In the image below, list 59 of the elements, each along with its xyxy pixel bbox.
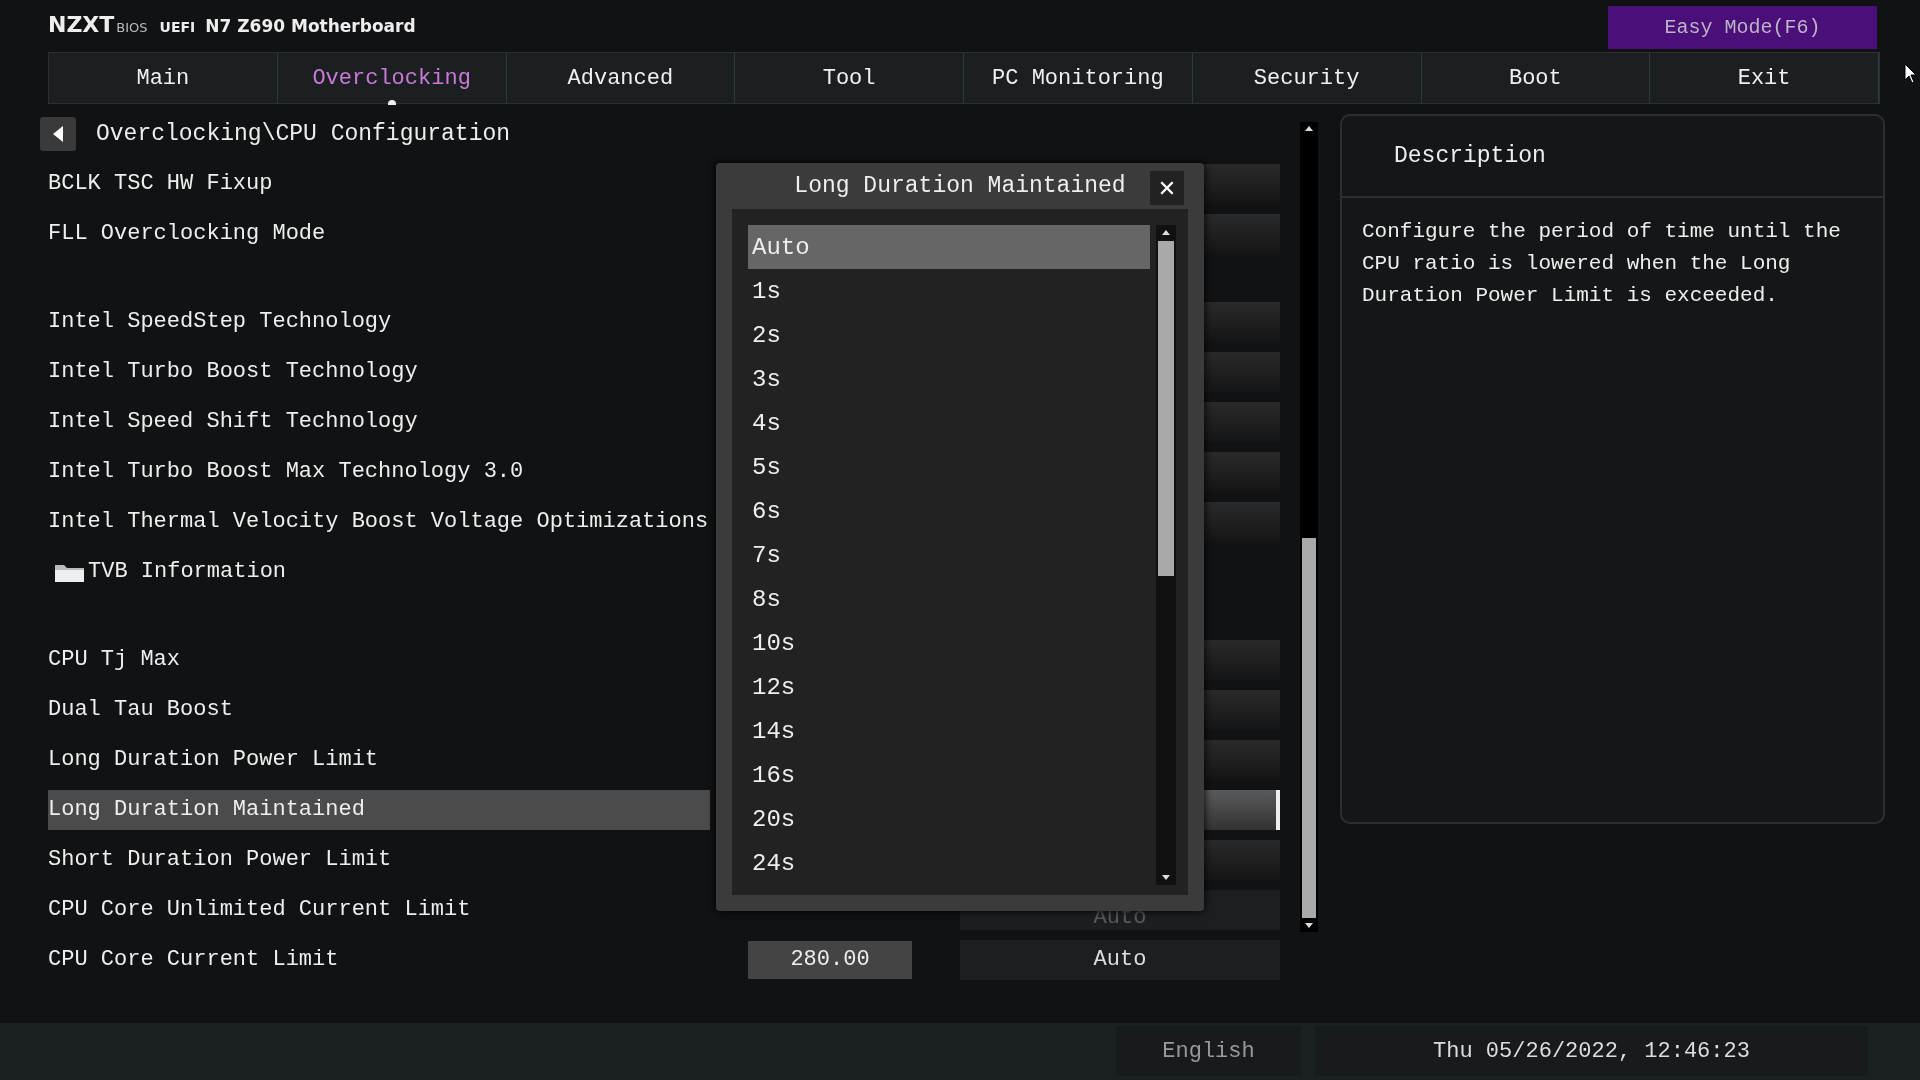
setting-label[interactable]: Intel Turbo Boost Technology	[48, 351, 710, 392]
menu-tab[interactable]: PC Monitoring	[964, 53, 1193, 103]
scrollbar[interactable]	[1300, 121, 1318, 932]
setting-label[interactable]: CPU Core Current Limit	[48, 939, 710, 980]
menu-tab[interactable]: Boot	[1421, 53, 1651, 103]
option-item[interactable]: 10s	[748, 621, 1150, 665]
bios-label: BIOS	[116, 20, 148, 35]
setting-label[interactable]: Intel SpeedStep Technology	[48, 301, 710, 342]
option-item[interactable]: Auto	[748, 225, 1150, 269]
menu-tab[interactable]: Main	[49, 53, 278, 103]
option-item[interactable]: 1s	[748, 269, 1150, 313]
setting-label[interactable]: Long Duration Power Limit	[48, 739, 710, 780]
setting-label[interactable]: Intel Speed Shift Technology	[48, 401, 710, 442]
setting-label[interactable]: Intel Thermal Velocity Boost Voltage Optimizations	[48, 501, 710, 542]
back-button[interactable]	[40, 116, 76, 151]
value-dropdown[interactable]: Auto	[960, 939, 1280, 980]
menu-tab[interactable]: Overclocking	[277, 53, 507, 103]
option-item[interactable]: 5s	[748, 445, 1150, 489]
setting-label[interactable]: FLL Overclocking Mode	[48, 213, 710, 254]
dialog-title: Long Duration Maintained	[794, 173, 1126, 199]
menu-tab[interactable]: Security	[1192, 53, 1422, 103]
breadcrumb: Overclocking\CPU Configuration	[96, 120, 511, 147]
description-title: Description	[1394, 142, 1546, 169]
option-item[interactable]: 4s	[748, 401, 1150, 445]
setting-label[interactable]: Long Duration Maintained	[48, 789, 710, 830]
option-item[interactable]: 3s	[748, 357, 1150, 401]
scrollbar-thumb[interactable]	[1302, 537, 1316, 918]
menu-tab[interactable]: Tool	[735, 53, 964, 103]
list-scrollbar[interactable]	[1156, 225, 1176, 885]
option-item[interactable]: 7s	[748, 533, 1150, 577]
setting-label[interactable]: BCLK TSC HW Fixup	[48, 163, 710, 204]
back-arrow-icon	[51, 124, 65, 143]
brand-logo: NZXT	[48, 12, 115, 37]
board-name: N7 Z690 Motherboard	[205, 16, 416, 36]
setting-label[interactable]: CPU Tj Max	[48, 639, 710, 680]
setting-label[interactable]: Short Duration Power Limit	[48, 839, 710, 880]
language-selector[interactable]: English	[1116, 1026, 1301, 1077]
description-text: Configure the period of time until the CPU ratio is lowered when the Long Duration Power Limit is exceeded.	[1362, 218, 1842, 309]
option-item[interactable]: 24s	[748, 841, 1150, 885]
option-item[interactable]: 8s	[748, 577, 1150, 621]
menu-tab[interactable]: Exit	[1650, 53, 1879, 103]
option-item[interactable]: 20s	[748, 797, 1150, 841]
mouse-cursor-icon	[1904, 63, 1918, 85]
date-time: Thu 05/26/2022, 12:46:23	[1315, 1026, 1868, 1077]
submenu-item[interactable]: TVB Information	[48, 551, 710, 592]
folder-label: TVB Information	[88, 559, 287, 585]
option-item[interactable]: 16s	[748, 753, 1150, 797]
option-item[interactable]: 2s	[748, 313, 1150, 357]
scrollbar-thumb[interactable]	[1158, 241, 1174, 576]
setting-label[interactable]: Intel Turbo Boost Max Technology 3.0	[48, 451, 710, 492]
setting-label[interactable]: Dual Tau Boost	[48, 689, 710, 730]
option-item[interactable]: 6s	[748, 489, 1150, 533]
close-button[interactable]: ✕	[1150, 171, 1184, 205]
option-item[interactable]: 12s	[748, 665, 1150, 709]
value-field[interactable]: 280.00	[748, 940, 912, 979]
menu-tab[interactable]: Advanced	[506, 53, 736, 103]
uefi-label: UEFI	[159, 19, 196, 35]
option-item[interactable]: 14s	[748, 709, 1150, 753]
easy-mode-button[interactable]: Easy Mode(F6)	[1608, 6, 1877, 49]
